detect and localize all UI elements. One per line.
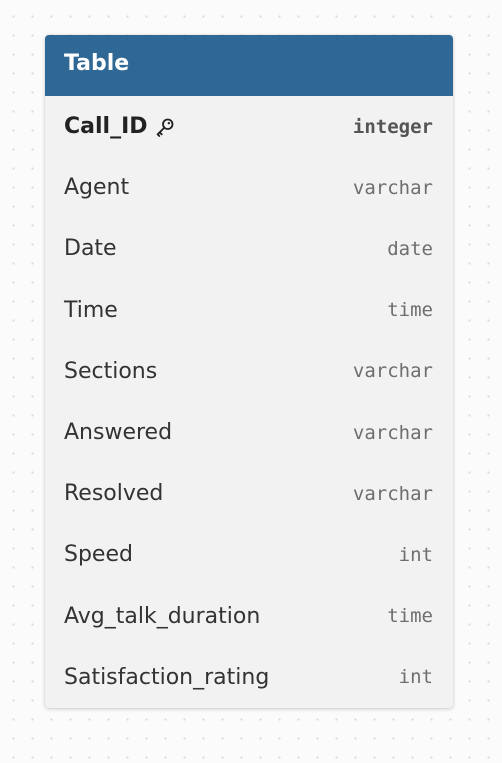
field-type: varchar [352,421,433,444]
field-name: Resolved [64,481,164,507]
field-type: int [398,666,433,689]
field-type: time [387,605,433,628]
field-name: Time [64,297,118,323]
field-row-speed[interactable]: Speed int [45,524,453,585]
field-name-group: Call_ID [64,114,176,139]
field-type: integer [352,115,433,138]
field-name: Answered [64,420,173,446]
field-row-call-id[interactable]: Call_ID integer [45,96,453,157]
field-name: Date [64,236,117,262]
field-row-agent[interactable]: Agent varchar [45,157,453,218]
field-row-answered[interactable]: Answered varchar [45,402,453,463]
table-title: Table [45,35,453,96]
field-type: varchar [352,360,433,383]
field-type: int [398,543,433,566]
field-name: Avg_talk_duration [64,603,261,629]
field-type: time [387,299,433,322]
field-name: Agent [64,175,130,201]
field-row-resolved[interactable]: Resolved varchar [45,463,453,524]
field-name: Satisfaction_rating [64,664,270,690]
field-type: varchar [352,482,433,505]
field-row-satisfaction-rating[interactable]: Satisfaction_rating int [45,647,453,708]
field-type: varchar [352,176,433,199]
field-row-avg-talk-duration[interactable]: Avg_talk_duration time [45,586,453,647]
field-name: Sections [64,358,158,384]
field-list: Call_ID integer Agent varchar Date date … [45,96,453,708]
entity-table[interactable]: Table Call_ID integer Agent varchar Date… [45,35,453,708]
field-type: date [387,237,433,260]
field-row-sections[interactable]: Sections varchar [45,341,453,402]
field-row-time[interactable]: Time time [45,280,453,341]
field-row-date[interactable]: Date date [45,218,453,279]
field-name: Call_ID [64,114,148,140]
key-icon [156,118,173,137]
field-name: Speed [64,542,133,568]
